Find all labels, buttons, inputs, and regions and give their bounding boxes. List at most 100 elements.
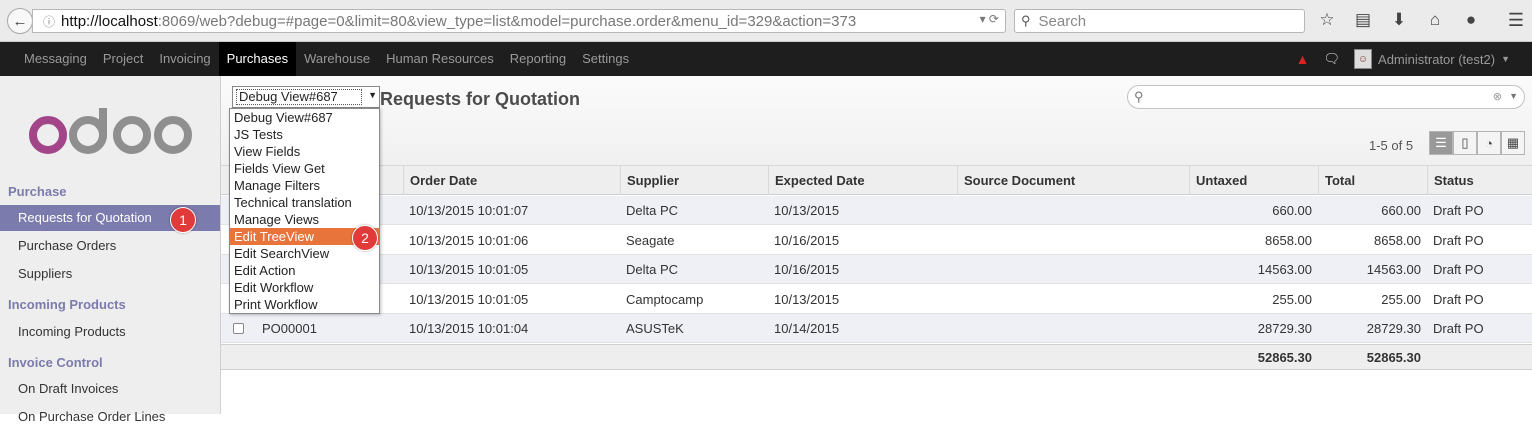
column-supplier[interactable]: Supplier <box>620 166 768 195</box>
browser-search-placeholder: Search <box>1038 12 1087 30</box>
topnav-item-settings[interactable]: Settings <box>574 42 637 76</box>
topnav-item-reporting[interactable]: Reporting <box>502 42 574 76</box>
debug-option-manage-filters[interactable]: Manage Filters <box>230 177 379 194</box>
debug-option-print-workflow[interactable]: Print Workflow <box>230 296 379 313</box>
chevron-down-icon[interactable]: ▼ <box>1509 91 1518 101</box>
cell-source-document <box>957 226 1189 255</box>
cell-status: Draft PO <box>1433 232 1484 248</box>
search-icon: ⚲ <box>1134 89 1144 104</box>
cell-source-document <box>957 285 1189 314</box>
total-untaxed: 52865.30 <box>1257 350 1312 365</box>
cell-source-document <box>957 314 1189 343</box>
list-view-icon[interactable]: ☰ <box>1429 131 1453 155</box>
debug-option-fields-view-get[interactable]: Fields View Get <box>230 160 379 177</box>
home-icon[interactable]: ⌂ <box>1424 10 1446 30</box>
debug-dropdown-list: Debug View#687 JS Tests View Fields Fields … <box>229 108 380 314</box>
topnav-item-human-resources[interactable]: Human Resources <box>378 42 502 76</box>
browser-search-input[interactable]: ⚲ Search <box>1014 9 1305 33</box>
cell-status: Draft PO <box>1433 203 1484 218</box>
topnav-item-messaging[interactable]: Messaging <box>16 42 95 76</box>
cell-untaxed: 28729.30 <box>1257 321 1312 337</box>
avatar: ☺ <box>1354 49 1373 69</box>
bookmark-star-icon[interactable]: ☆ <box>1316 10 1338 30</box>
url-host: http://localhost <box>61 12 158 30</box>
cell-supplier: Delta PC <box>626 262 679 278</box>
table-row[interactable]: 10/13/2015 10:01:05 Delta PC 10/16/2015 145… <box>221 255 1532 285</box>
debug-option-js-tests[interactable]: JS Tests <box>230 126 379 143</box>
debug-option-manage-views[interactable]: Manage Views <box>230 211 379 228</box>
search-icon: ⚲ <box>1021 13 1031 28</box>
sidebar-item-on-draft-invoices[interactable]: On Draft Invoices <box>0 376 220 402</box>
table-footer-totals: 52865.30 52865.30 <box>221 344 1532 370</box>
topnav-item-project[interactable]: Project <box>95 42 151 76</box>
table-row[interactable]: 10/13/2015 10:01:06 Seagate 10/16/2015 8658… <box>221 226 1532 255</box>
sidebar-heading-purchase: Purchase <box>8 184 67 199</box>
column-expected-date[interactable]: Expected Date <box>768 166 957 195</box>
back-icon[interactable]: ← <box>7 8 33 34</box>
chevron-down-icon: ▼ <box>1501 54 1510 64</box>
debug-select-value: Debug View#687 <box>236 89 362 105</box>
cell-supplier: Seagate <box>626 232 675 248</box>
sidebar-item-purchase-orders[interactable]: Purchase Orders <box>0 233 220 259</box>
main-content: Debug View#687 ▼ Requests for Quotation … <box>221 76 1532 414</box>
browser-toolbar: ← ⓘ http://localhost:8069/web?debug=#pag… <box>0 0 1532 42</box>
cell-order-date: 10/13/2015 10:01:05 <box>409 262 529 278</box>
topnav-item-warehouse[interactable]: Warehouse <box>296 42 378 76</box>
sidebar-item-on-purchase-order-lines[interactable]: On Purchase Order Lines <box>0 404 220 430</box>
cell-untaxed: 14563.00 <box>1257 262 1312 278</box>
sidebar-heading-incoming-products: Incoming Products <box>8 297 126 312</box>
cell-order-date: 10/13/2015 10:01:07 <box>409 203 529 218</box>
debug-option-debug-view-687[interactable]: Debug View#687 <box>230 109 379 126</box>
download-icon[interactable]: ⬇ <box>1388 10 1410 30</box>
cell-untaxed: 660.00 <box>1272 203 1312 218</box>
graph-view-icon[interactable]: ◔ <box>1477 131 1501 155</box>
debug-view-select[interactable]: Debug View#687 ▼ <box>232 86 380 108</box>
column-total[interactable]: Total <box>1318 166 1427 195</box>
column-order-date[interactable]: Order Date <box>403 166 620 195</box>
topnav-item-invoicing[interactable]: Invoicing <box>151 42 218 76</box>
column-status[interactable]: Status <box>1427 166 1532 195</box>
cell-order-date: 10/13/2015 10:01:06 <box>409 232 529 248</box>
column-untaxed[interactable]: Untaxed <box>1189 166 1318 195</box>
menu-icon[interactable]: ☰ <box>1508 10 1524 31</box>
table-header: Order Date Supplier Expected Date Source… <box>221 166 1532 195</box>
sidebar: Purchase Requests for Quotation Purchase… <box>0 76 221 424</box>
total-amount: 52865.30 <box>1366 350 1421 365</box>
cell-order-date: 10/13/2015 10:01:05 <box>409 291 529 307</box>
user-menu[interactable]: ☺ Administrator (test2) ▼ <box>1354 49 1510 69</box>
user-name: Administrator (test2) <box>1378 51 1496 67</box>
search-input[interactable]: ⚲ ⊗ ▼ <box>1127 85 1525 109</box>
odoo-logo <box>29 108 192 154</box>
cell-expected-date: 10/16/2015 <box>774 262 840 278</box>
clear-icon[interactable]: ⊗ <box>1493 90 1502 103</box>
chat-bubble-icon[interactable]: ● <box>1460 10 1482 30</box>
sidebar-item-suppliers[interactable]: Suppliers <box>0 261 220 287</box>
debug-option-view-fields[interactable]: View Fields <box>230 143 379 160</box>
table-row[interactable]: 10/13/2015 10:01:07 Delta PC 10/13/2015 660… <box>221 196 1532 225</box>
column-source-document[interactable]: Source Document <box>957 166 1189 195</box>
debug-option-technical-translation[interactable]: Technical translation <box>230 194 379 211</box>
url-path: :8069/web?debug=#page=0&limit=80&view_ty… <box>157 12 857 30</box>
cell-status: Draft PO <box>1433 291 1484 307</box>
cell-source-document <box>957 196 1189 225</box>
calendar-view-icon[interactable]: ▦ <box>1501 131 1525 155</box>
warning-icon[interactable]: ▲ <box>1296 51 1310 67</box>
chat-icon[interactable]: 🗨 <box>1324 51 1341 67</box>
reload-icon[interactable]: ▾ ⟳ <box>980 12 999 26</box>
debug-option-edit-action[interactable]: Edit Action <box>230 262 379 279</box>
table-row[interactable]: PO00001 10/13/2015 10:01:04 ASUSTeK 10/14/2… <box>221 314 1532 344</box>
topnav-item-purchases[interactable]: Purchases <box>218 42 297 76</box>
url-bar[interactable]: ⓘ http://localhost:8069/web?debug=#page=… <box>32 9 1006 33</box>
form-view-icon[interactable]: ▯ <box>1453 131 1477 155</box>
debug-option-edit-workflow[interactable]: Edit Workflow <box>230 279 379 296</box>
reading-list-icon[interactable]: ▤ <box>1352 10 1374 30</box>
pager[interactable]: 1-5 of 5 <box>1369 138 1413 153</box>
cell-expected-date: 10/14/2015 <box>774 321 840 337</box>
table-row[interactable]: 10/13/2015 10:01:05 Camptocamp 10/13/2015 2… <box>221 285 1532 314</box>
row-checkbox[interactable] <box>233 323 244 335</box>
view-switcher: ☰ ▯ ◔ ▦ <box>1429 131 1525 155</box>
sidebar-item-incoming-products[interactable]: Incoming Products <box>0 319 220 345</box>
cell-untaxed: 8658.00 <box>1265 232 1312 248</box>
page-title: Requests for Quotation <box>380 89 581 109</box>
sidebar-heading-invoice-control: Invoice Control <box>8 355 103 370</box>
